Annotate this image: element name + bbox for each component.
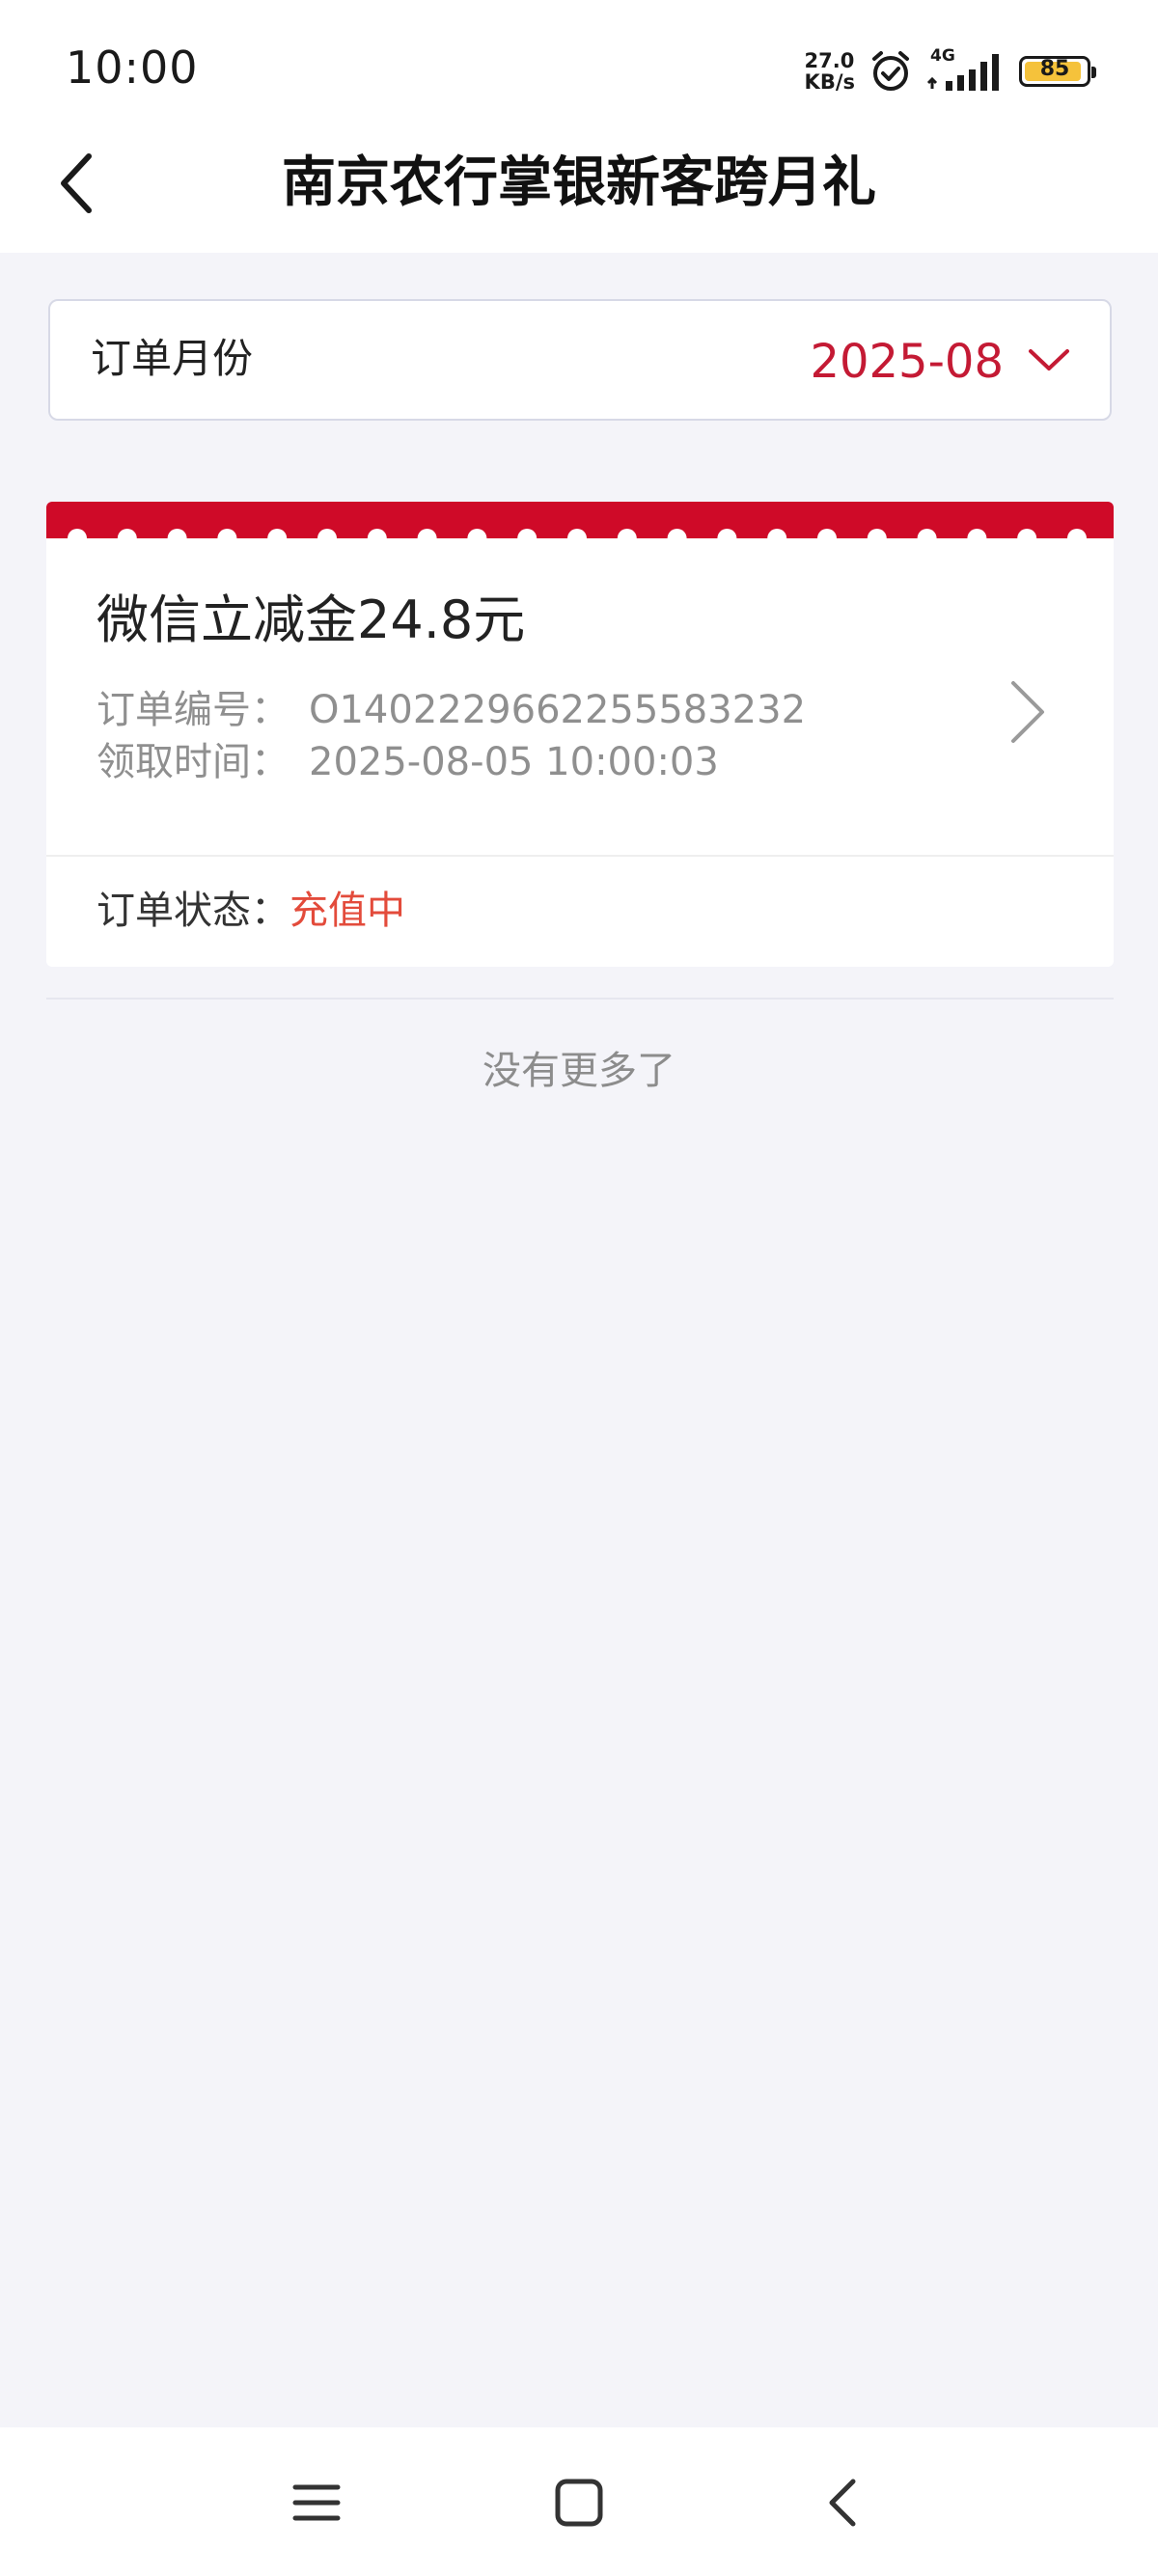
back-icon[interactable] [816, 2476, 870, 2534]
order-id-row: 订单编号： O1402229662255583232 [96, 683, 806, 737]
card-divider [46, 855, 1114, 857]
order-card[interactable]: 微信立减金24.8元 订单编号： O1402229662255583232 领取时… [46, 502, 1114, 967]
network-speed-value: 27.0 [804, 49, 855, 72]
network-speed: 27.0 KB/s [805, 50, 855, 93]
claim-time-row: 领取时间： 2025-08-05 10:00:03 [96, 735, 719, 789]
order-status-value: 充值中 [290, 889, 405, 933]
order-id-label: 订单编号： [96, 688, 290, 732]
list-end-divider [46, 998, 1114, 1000]
page-title: 南京农行掌银新客跨月礼 [282, 151, 876, 214]
battery-level: 85 [1039, 57, 1070, 81]
claim-time-label: 领取时间： [96, 740, 290, 784]
order-id-value: O1402229662255583232 [309, 688, 807, 732]
network-speed-unit: KB/s [804, 70, 855, 94]
no-more-text: 没有更多了 [482, 1049, 676, 1093]
chevron-right-icon[interactable] [1000, 671, 1058, 756]
card-scallop-edge [46, 525, 1114, 548]
status-time: 10:00 [66, 41, 199, 94]
menu-icon[interactable] [290, 2476, 344, 2534]
product-name: 微信立减金24.8元 [96, 589, 526, 650]
alarm-icon [868, 49, 913, 94]
status-icons: 27.0 KB/s 4G 85 [805, 42, 1096, 100]
filter-value[interactable]: 2025-08 [810, 334, 1004, 390]
network-type: 4G [930, 46, 955, 66]
claim-time-value: 2025-08-05 10:00:03 [309, 740, 719, 784]
filter-label: 订单月份 [91, 335, 254, 382]
home-icon[interactable] [552, 2476, 606, 2534]
signal-icon: 4G [926, 46, 1000, 93]
order-status-row: 订单状态：充值中 [96, 884, 405, 938]
system-nav-bar [0, 2427, 1158, 2576]
order-status-label: 订单状态： [96, 889, 290, 933]
chevron-down-icon[interactable] [1027, 345, 1071, 378]
battery-icon: 85 [1019, 56, 1096, 87]
month-filter[interactable]: 订单月份 2025-08 [48, 299, 1112, 421]
